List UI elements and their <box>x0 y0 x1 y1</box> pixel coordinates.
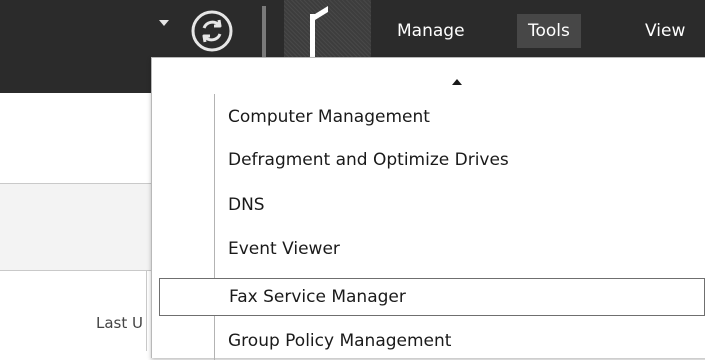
flag-icon <box>310 6 328 58</box>
column-divider[interactable] <box>146 270 147 351</box>
refresh-button[interactable] <box>188 7 236 55</box>
notifications-button[interactable] <box>284 0 371 58</box>
menu-item-computer-management[interactable]: Computer Management <box>152 98 705 136</box>
menu-item-defragment-drives[interactable]: Defragment and Optimize Drives <box>152 141 705 179</box>
menu-item-event-viewer[interactable]: Event Viewer <box>152 230 705 268</box>
dropdown-arrow-icon[interactable] <box>159 20 169 26</box>
tools-dropdown-menu: Computer Management Defragment and Optim… <box>151 57 705 360</box>
column-header-last[interactable]: Last U <box>96 314 143 332</box>
scroll-up-icon[interactable] <box>452 79 462 85</box>
menu-item-group-policy-management[interactable]: Group Policy Management <box>152 322 705 360</box>
menu-item-fax-service-manager[interactable]: Fax Service Manager <box>159 278 705 316</box>
refresh-icon <box>191 10 233 52</box>
menu-view[interactable]: View <box>645 14 685 48</box>
menu-tools[interactable]: Tools <box>517 14 581 48</box>
toolbar-separator <box>262 6 266 58</box>
menu-manage[interactable]: Manage <box>397 14 465 48</box>
menu-item-dns[interactable]: DNS <box>152 186 705 224</box>
